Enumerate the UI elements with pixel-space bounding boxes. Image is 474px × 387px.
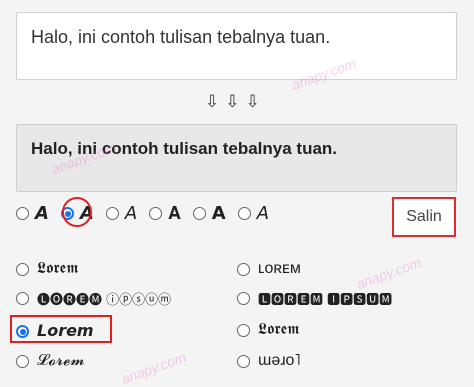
style-option-4-label: 𝐀 xyxy=(168,203,181,223)
highlight-circle xyxy=(62,197,92,227)
font-option-3[interactable]: 🅛🅞🅡🅔🅜 ⓘⓟⓢⓤⓜ xyxy=(16,289,171,308)
style-radio-6[interactable] xyxy=(237,207,251,220)
font-option-1-label: 𝕷𝖔𝖗𝖊𝖒 xyxy=(37,260,79,277)
style-radio-1[interactable] xyxy=(16,207,29,220)
font-option-1[interactable]: 𝕷𝖔𝖗𝖊𝖒 xyxy=(16,260,79,278)
style-selector-row: 𝘼 𝘼 𝘈 𝐀 𝗔 𝘈 xyxy=(16,203,269,224)
font-option-3-label: 🅛🅞🅡🅔🅜 ⓘⓟⓢⓤⓜ xyxy=(37,293,172,308)
font-option-7-label: 𝓛𝓸𝓻𝓮𝓶 xyxy=(37,352,85,369)
font-option-2[interactable]: ʟᴏʀᴇᴍ xyxy=(237,260,301,278)
style-option-1-label: 𝘼 xyxy=(35,203,49,223)
font-option-4[interactable]: 🅻🅾🆁🅴🅼 🅸🅿🆂🆄🅼 xyxy=(237,289,392,308)
down-arrows-icon: ⇩⇩⇩ xyxy=(205,92,266,112)
style-option-6[interactable]: 𝘈 xyxy=(237,203,270,224)
font-radio-1[interactable] xyxy=(16,262,29,276)
font-radio-2[interactable] xyxy=(237,262,250,276)
font-option-2-label: ʟᴏʀᴇᴍ xyxy=(258,260,301,277)
style-option-5[interactable]: 𝗔 xyxy=(192,203,226,224)
style-option-3[interactable]: 𝘈 xyxy=(105,203,138,224)
style-option-5-label: 𝗔 xyxy=(211,203,226,223)
style-option-4[interactable]: 𝐀 xyxy=(149,203,181,224)
style-radio-4[interactable] xyxy=(149,207,163,220)
input-textarea[interactable]: Halo, ini contoh tulisan tebalnya tuan. xyxy=(16,12,457,80)
style-option-3-label: 𝘈 xyxy=(124,203,138,223)
font-option-8[interactable]: ɯǝɹo˥ xyxy=(237,352,301,370)
font-radio-3[interactable] xyxy=(16,292,29,305)
font-option-7[interactable]: 𝓛𝓸𝓻𝓮𝓶 xyxy=(16,352,85,370)
font-radio-7[interactable] xyxy=(16,354,29,368)
highlight-box xyxy=(10,315,112,343)
font-option-6[interactable]: 𝕷𝖔𝖗𝖊𝖒 xyxy=(237,321,300,339)
watermark: anapy.com xyxy=(354,253,424,293)
font-radio-6[interactable] xyxy=(237,323,250,337)
font-option-6-label: 𝕷𝖔𝖗𝖊𝖒 xyxy=(258,321,300,338)
watermark: anapy.com xyxy=(119,348,189,387)
copy-button[interactable]: Salin xyxy=(392,197,456,237)
font-option-8-label: ɯǝɹo˥ xyxy=(258,352,301,369)
font-radio-8[interactable] xyxy=(237,354,250,368)
font-radio-4[interactable] xyxy=(237,292,250,305)
style-radio-3[interactable] xyxy=(105,207,119,220)
font-option-4-label: 🅻🅾🆁🅴🅼 🅸🅿🆂🆄🅼 xyxy=(258,293,393,308)
style-option-1[interactable]: 𝘼 xyxy=(16,203,49,224)
style-radio-5[interactable] xyxy=(192,207,206,220)
style-option-6-label: 𝘈 xyxy=(256,203,270,223)
